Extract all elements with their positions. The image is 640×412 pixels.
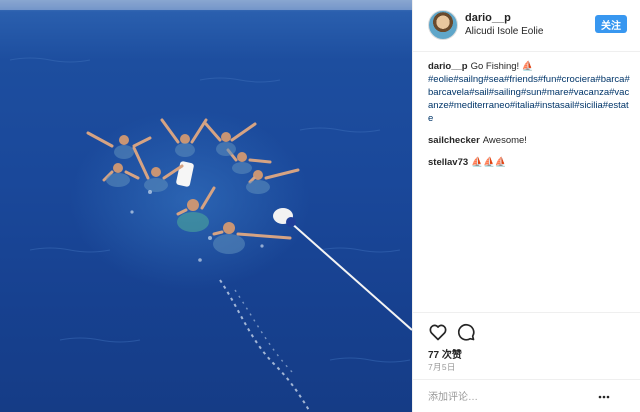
likes-count[interactable]: 77 次赞 [428,346,462,361]
follow-button[interactable]: 关注 [595,15,627,33]
caption-username[interactable]: dario__p [428,61,468,72]
post-date: 7月5日 [428,362,456,372]
comment-username[interactable]: stellav73 [428,157,468,168]
add-comment-input[interactable] [428,389,588,405]
comment-item: stellav73 ⛵⛵⛵ [428,156,630,169]
caption-text: Go Fishing! ⛵ [470,61,534,72]
comments-list: dario__p Go Fishing! ⛵ #eolie#sailng#sea#… [428,60,630,178]
avatar[interactable] [428,10,458,40]
caption-hashtags[interactable]: #eolie#sailng#sea#friends#fun#crociera#b… [428,74,630,124]
add-comment-bar [413,379,640,412]
comment-text: Awesome! [482,135,527,146]
sea-swimmers-image [0,0,412,412]
post-side-panel: dario__p Alicudi Isole Eolie 关注 dario__p… [412,0,640,412]
comment-username[interactable]: sailchecker [428,135,480,146]
comment-item: sailchecker Awesome! [428,134,630,147]
post-username[interactable]: dario__p [465,12,511,24]
comment-text: ⛵⛵⛵ [471,157,507,168]
heart-icon[interactable] [428,322,448,342]
ellipsis-icon[interactable] [597,391,611,403]
post-photo[interactable] [0,0,412,412]
post-header: dario__p Alicudi Isole Eolie 关注 [413,0,640,52]
caption: dario__p Go Fishing! ⛵ #eolie#sailng#sea#… [428,60,630,125]
post-actions: 77 次赞 7月5日 [413,312,640,412]
comment-bubble-icon[interactable] [456,322,476,342]
post-location[interactable]: Alicudi Isole Eolie [465,26,543,37]
